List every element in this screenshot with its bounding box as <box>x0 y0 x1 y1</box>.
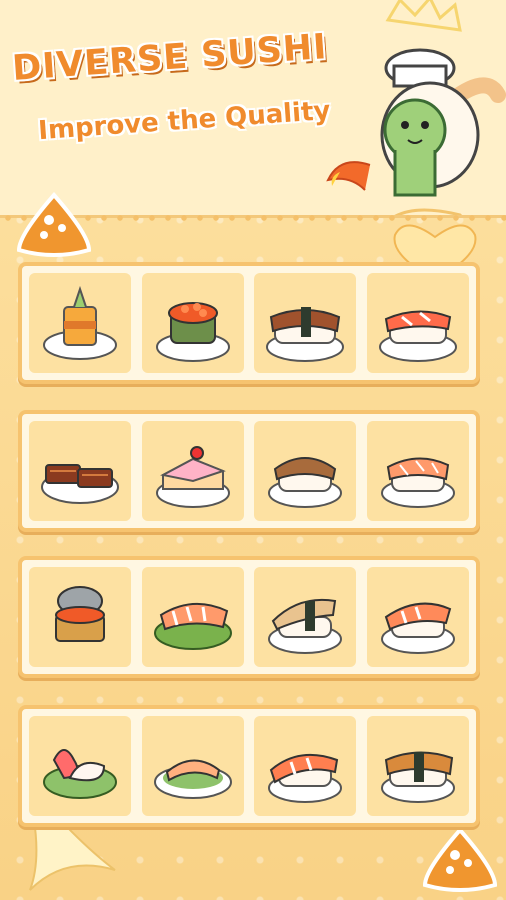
layered-dessert-icon <box>43 285 117 360</box>
menu-cell[interactable] <box>29 421 131 521</box>
onigiri-icon <box>16 191 92 257</box>
onigiri-icon <box>422 826 498 892</box>
chef-dragon-bunny-icon <box>326 0 506 215</box>
ebi-nigiri-icon <box>153 602 232 650</box>
ikura-can-icon <box>55 586 105 642</box>
salmon-sashimi-icon <box>153 759 232 799</box>
menu-cell[interactable] <box>141 567 244 667</box>
sushi-row-4 <box>18 705 480 827</box>
salmon-nigiri-icon <box>380 457 455 508</box>
menu-cell[interactable] <box>366 567 469 667</box>
menu-cell[interactable] <box>366 273 469 373</box>
sushi-row-1 <box>18 262 480 384</box>
kani-nigiri-icon <box>378 310 457 362</box>
sushi-row-2 <box>18 410 480 532</box>
seared-nigiri-icon <box>268 457 343 508</box>
menu-cell[interactable] <box>141 716 244 816</box>
menu-cell[interactable] <box>254 567 357 667</box>
menu-cell[interactable] <box>366 421 469 521</box>
clam-icon <box>43 749 117 799</box>
menu-cell[interactable] <box>29 567 131 667</box>
menu-cell[interactable] <box>141 273 244 373</box>
shrimp-icon <box>268 753 343 803</box>
cake-slice-icon <box>155 446 230 508</box>
menu-cell[interactable] <box>29 716 131 816</box>
grilled-fish-icon <box>380 751 455 803</box>
unagi-nigiri-icon <box>266 307 345 362</box>
menu-cell[interactable] <box>366 716 469 816</box>
menu-cell[interactable] <box>29 273 131 373</box>
menu-cell[interactable] <box>141 421 244 521</box>
saba-nigiri-icon <box>268 598 343 654</box>
ikura-gunkan-icon <box>155 302 230 362</box>
menu-cell[interactable] <box>254 273 357 373</box>
sushi-row-3 <box>18 556 480 678</box>
menu-cell[interactable] <box>254 421 357 521</box>
menu-cell[interactable] <box>254 716 357 816</box>
grilled-eel-icon <box>41 464 119 504</box>
shrimp-nigiri-icon <box>380 602 455 654</box>
